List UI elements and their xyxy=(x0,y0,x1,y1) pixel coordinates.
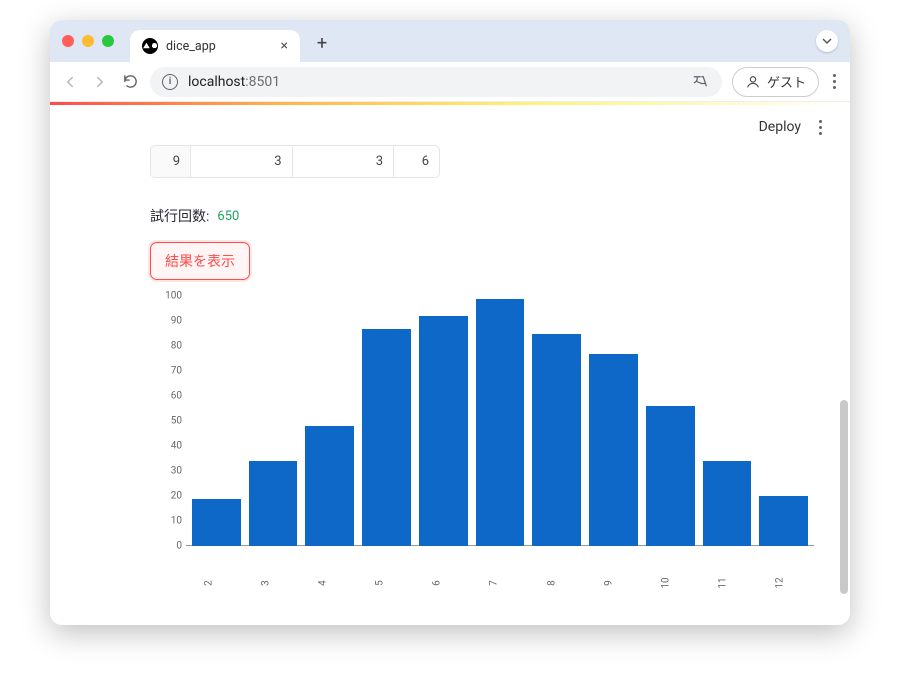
bar[interactable] xyxy=(589,354,638,547)
tab-title: dice_app xyxy=(166,39,216,54)
scrollbar[interactable] xyxy=(839,185,849,615)
x-tick-label: 9 xyxy=(603,554,625,611)
x-tick-label: 2 xyxy=(204,554,226,611)
forward-button[interactable] xyxy=(90,72,110,92)
bar[interactable] xyxy=(532,334,581,547)
url-text: localhost:8501 xyxy=(188,74,280,90)
table-cell: 9 xyxy=(151,146,191,177)
minimize-window-icon[interactable] xyxy=(82,35,94,47)
window-controls xyxy=(62,35,114,47)
tab-overflow-button[interactable] xyxy=(816,30,838,52)
browser-menu-button[interactable] xyxy=(829,74,840,89)
bar[interactable] xyxy=(419,316,468,546)
address-bar: i localhost:8501 ゲスト xyxy=(50,62,850,102)
translate-icon[interactable] xyxy=(692,73,710,91)
y-tick-label: 50 xyxy=(156,416,182,427)
show-results-button[interactable]: 結果を表示 xyxy=(150,242,250,280)
bar[interactable] xyxy=(362,329,411,547)
y-tick-label: 30 xyxy=(156,466,182,477)
y-tick-label: 100 xyxy=(156,291,182,302)
profile-guest-button[interactable]: ゲスト xyxy=(732,67,819,97)
table-cell: 3 xyxy=(191,146,293,177)
y-tick-label: 20 xyxy=(156,491,182,502)
omnibox[interactable]: i localhost:8501 xyxy=(150,67,722,97)
x-tick-label: 7 xyxy=(489,554,511,611)
streamlit-favicon-icon xyxy=(142,38,158,54)
x-tick-label: 4 xyxy=(318,554,340,611)
x-tick-label: 3 xyxy=(261,554,283,611)
guest-label: ゲスト xyxy=(767,72,806,91)
trial-count-value: 650 xyxy=(217,209,239,224)
scrollbar-thumb[interactable] xyxy=(840,400,848,594)
x-tick-label: 5 xyxy=(375,554,397,611)
close-tab-icon[interactable]: × xyxy=(281,38,288,54)
y-tick-label: 40 xyxy=(156,441,182,452)
bar[interactable] xyxy=(476,299,525,547)
app-menu-button[interactable] xyxy=(815,120,826,135)
y-tick-label: 80 xyxy=(156,341,182,352)
table-cell: 6 xyxy=(394,146,439,177)
browser-tab[interactable]: dice_app × xyxy=(130,30,300,62)
y-tick-label: 0 xyxy=(156,541,182,552)
bar[interactable] xyxy=(249,461,298,546)
y-tick-label: 70 xyxy=(156,366,182,377)
trial-count-row: 試行回数: 650 xyxy=(150,206,820,226)
deploy-button[interactable]: Deploy xyxy=(759,119,801,135)
y-tick-label: 10 xyxy=(156,516,182,527)
data-table: 9 3 3 6 xyxy=(150,145,440,178)
bar[interactable] xyxy=(305,426,354,546)
table-cell: 3 xyxy=(293,146,395,177)
x-tick-label: 10 xyxy=(660,554,682,611)
y-tick-label: 60 xyxy=(156,391,182,402)
bar-chart[interactable]: 0102030405060708090100 23456789101112 xyxy=(150,296,820,586)
reload-button[interactable] xyxy=(120,72,140,92)
bar[interactable] xyxy=(192,499,241,547)
y-tick-label: 90 xyxy=(156,316,182,327)
back-button[interactable] xyxy=(60,72,80,92)
browser-window: dice_app × + i localhost:8501 ゲスト xyxy=(50,20,850,625)
x-tick-label: 12 xyxy=(774,554,796,611)
tab-bar: dice_app × + xyxy=(50,20,850,62)
x-tick-label: 8 xyxy=(546,554,568,611)
maximize-window-icon[interactable] xyxy=(102,35,114,47)
app-content: Deploy 9 3 3 6 試行回数: 650 結果を表示 010203040… xyxy=(50,105,850,625)
trial-label: 試行回数: xyxy=(150,206,209,226)
bar[interactable] xyxy=(703,461,752,546)
new-tab-button[interactable]: + xyxy=(308,29,336,57)
site-info-icon[interactable]: i xyxy=(162,74,178,90)
x-tick-label: 6 xyxy=(432,554,454,611)
main-column: 9 3 3 6 試行回数: 650 結果を表示 0 10 20 30 40 50 60 70 8… xyxy=(150,145,820,586)
bar[interactable] xyxy=(759,496,808,546)
bar[interactable] xyxy=(646,406,695,546)
x-tick-label: 11 xyxy=(717,554,739,611)
close-window-icon[interactable] xyxy=(62,35,74,47)
